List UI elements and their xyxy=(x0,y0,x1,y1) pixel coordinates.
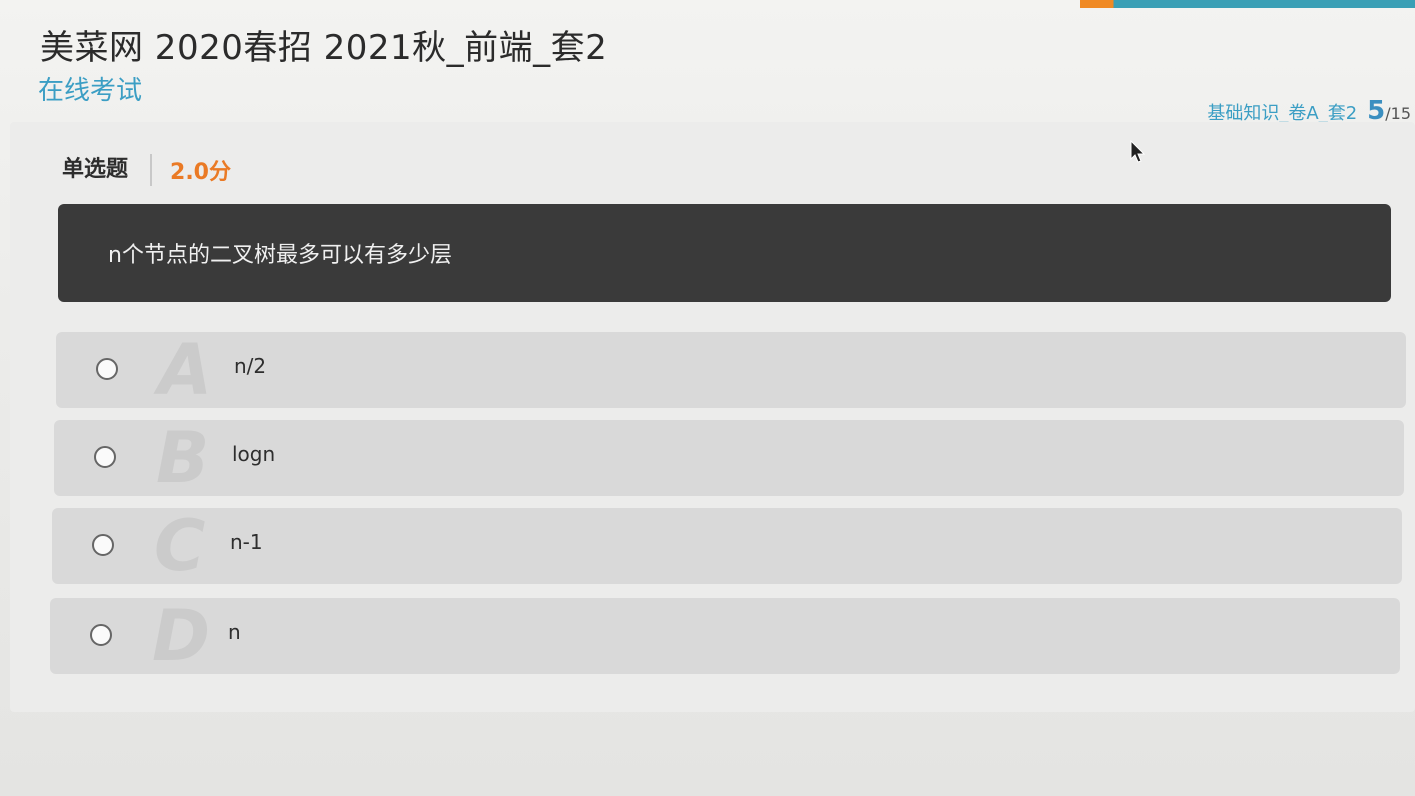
option-b-text: logn xyxy=(232,442,276,466)
exam-subtitle: 在线考试 xyxy=(38,76,143,106)
question-box: n个节点的二叉树最多可以有多少层 xyxy=(58,204,1391,302)
top-color-strip xyxy=(1080,0,1415,8)
option-b-radio[interactable] xyxy=(94,446,116,468)
option-c-radio[interactable] xyxy=(92,534,114,556)
option-a-text: n/2 xyxy=(234,354,267,378)
option-a-letter: A xyxy=(158,329,213,411)
option-c[interactable]: C n-1 xyxy=(52,508,1402,584)
option-a[interactable]: A n/2 xyxy=(56,332,1406,408)
option-d-text: n xyxy=(228,620,241,644)
option-c-text: n-1 xyxy=(230,530,263,554)
question-score: 2.0分 xyxy=(170,160,231,185)
mouse-cursor-icon xyxy=(1130,139,1146,168)
question-text: n个节点的二叉树最多可以有多少层 xyxy=(108,243,452,268)
option-d[interactable]: D n xyxy=(50,598,1400,674)
total-questions: /15 xyxy=(1385,104,1411,123)
exam-title: 美菜网 2020春招 2021秋_前端_套2 xyxy=(40,28,608,68)
exam-page: 美菜网 2020春招 2021秋_前端_套2 在线考试 基础知识_卷A_套2 5… xyxy=(0,0,1415,796)
option-b[interactable]: B logn xyxy=(54,420,1404,496)
option-b-letter: B xyxy=(156,417,210,499)
option-c-letter: C xyxy=(154,505,206,587)
question-header: 单选题 2.0分 xyxy=(62,152,231,188)
option-d-letter: D xyxy=(152,595,211,677)
option-a-radio[interactable] xyxy=(96,358,118,380)
option-d-radio[interactable] xyxy=(90,624,112,646)
question-type: 单选题 xyxy=(62,154,153,186)
